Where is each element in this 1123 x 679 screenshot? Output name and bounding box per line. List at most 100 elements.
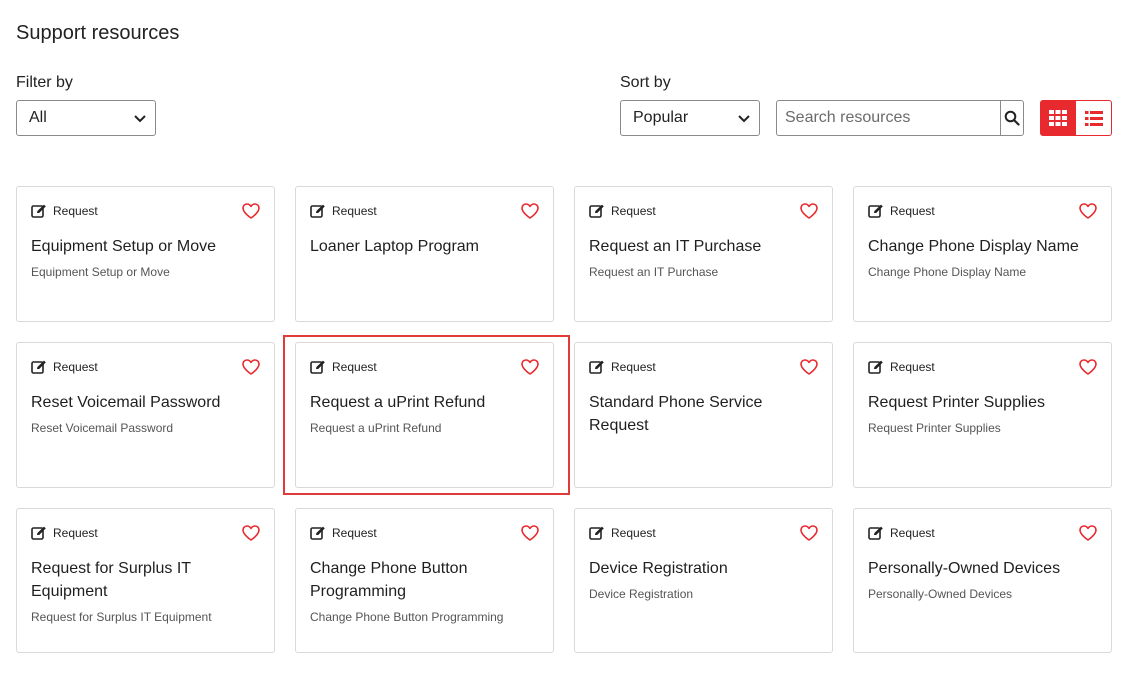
card-title: Device Registration: [589, 560, 728, 577]
card-tag: Request: [589, 203, 818, 219]
filter-select-value: All: [29, 109, 47, 126]
card-tag-label: Request: [611, 360, 656, 374]
edit-request-icon: [31, 360, 46, 374]
card-tag: Request: [31, 359, 260, 375]
sort-label: Sort by: [620, 74, 671, 91]
heart-icon[interactable]: [521, 525, 539, 541]
page-title: Support resources: [16, 22, 180, 44]
card-title: Change Phone Display Name: [868, 238, 1079, 255]
card-title: Equipment Setup or Move: [31, 238, 216, 255]
card-title: Loaner Laptop Program: [310, 238, 479, 255]
card-description: Equipment Setup or Move: [31, 265, 170, 279]
heart-icon[interactable]: [1079, 203, 1097, 219]
card-tag-label: Request: [332, 360, 377, 374]
edit-request-icon: [589, 360, 604, 374]
resource-card[interactable]: Request Standard Phone Service Request: [574, 342, 833, 488]
edit-request-icon: [868, 360, 883, 374]
card-tag: Request: [310, 359, 539, 375]
card-title: Change Phone Button Programming: [310, 560, 468, 600]
resource-card[interactable]: Request Device Registration Device Registr…: [574, 508, 833, 653]
edit-request-icon: [589, 526, 604, 540]
heart-icon[interactable]: [521, 359, 539, 375]
resource-card[interactable]: Request Loaner Laptop Program: [295, 186, 554, 322]
sort-select[interactable]: Popular: [620, 100, 760, 136]
sort-select-value: Popular: [633, 109, 689, 126]
heart-icon[interactable]: [242, 525, 260, 541]
card-tag-label: Request: [611, 526, 656, 540]
card-description: Request an IT Purchase: [589, 265, 719, 279]
heart-icon[interactable]: [1079, 525, 1097, 541]
card-title: Standard Phone Service Request: [589, 394, 763, 434]
resource-card[interactable]: Request Request a uPrint Refund Request a …: [295, 342, 554, 488]
resource-card[interactable]: Request Personally-Owned Devices Personall…: [853, 508, 1112, 653]
edit-request-icon: [310, 360, 325, 374]
edit-request-icon: [589, 204, 604, 218]
heart-icon[interactable]: [242, 359, 260, 375]
list-view-button[interactable]: [1076, 100, 1112, 136]
edit-request-icon: [31, 204, 46, 218]
heart-icon[interactable]: [800, 359, 818, 375]
card-tag: Request: [310, 203, 539, 219]
card-title: Reset Voicemail Password: [31, 394, 221, 411]
search-input[interactable]: [776, 100, 1000, 136]
card-title: Request for Surplus IT Equipment: [31, 560, 191, 600]
resource-card[interactable]: Request Request an IT Purchase Request an …: [574, 186, 833, 322]
view-toggle: [1040, 100, 1112, 136]
card-description: Personally-Owned Devices: [868, 587, 1013, 601]
card-description: Device Registration: [589, 587, 694, 601]
card-tag: Request: [31, 525, 260, 541]
card-title: Request Printer Supplies: [868, 394, 1045, 411]
resource-card[interactable]: Request Equipment Setup or Move Equipment …: [16, 186, 275, 322]
card-tag: Request: [868, 203, 1097, 219]
card-title: Personally-Owned Devices: [868, 560, 1061, 577]
card-tag: Request: [589, 359, 818, 375]
card-tag-label: Request: [890, 360, 935, 374]
card-tag-label: Request: [53, 204, 98, 218]
resource-card[interactable]: Request Reset Voicemail Password Reset Voi…: [16, 342, 275, 488]
card-description: Request a uPrint Refund: [310, 421, 442, 435]
edit-request-icon: [310, 526, 325, 540]
grid-view-button[interactable]: [1040, 100, 1076, 136]
card-description: Reset Voicemail Password: [31, 421, 174, 435]
chevron-down-icon: [134, 115, 146, 123]
heart-icon[interactable]: [800, 525, 818, 541]
card-tag: Request: [589, 525, 818, 541]
filter-label: Filter by: [16, 74, 73, 91]
card-tag-label: Request: [890, 204, 935, 218]
list-icon: [1084, 110, 1103, 126]
card-description: Request Printer Supplies: [868, 421, 1001, 435]
card-tag-label: Request: [332, 204, 377, 218]
heart-icon[interactable]: [800, 203, 818, 219]
heart-icon[interactable]: [1079, 359, 1097, 375]
edit-request-icon: [31, 526, 46, 540]
card-tag-label: Request: [890, 526, 935, 540]
edit-request-icon: [310, 204, 325, 218]
card-tag: Request: [868, 359, 1097, 375]
card-title: Request a uPrint Refund: [310, 394, 486, 411]
card-description: Request for Surplus IT Equipment: [31, 610, 212, 624]
edit-request-icon: [868, 526, 883, 540]
edit-request-icon: [868, 204, 883, 218]
heart-icon[interactable]: [242, 203, 260, 219]
card-tag: Request: [31, 203, 260, 219]
card-tag-label: Request: [332, 526, 377, 540]
card-tag-label: Request: [611, 204, 656, 218]
resource-card[interactable]: Request Request for Surplus IT Equipment R…: [16, 508, 275, 653]
card-description: Change Phone Button Programming: [310, 610, 504, 624]
card-tag: Request: [310, 525, 539, 541]
search-button[interactable]: [1000, 100, 1024, 136]
resource-card[interactable]: Request Request Printer Supplies Request P…: [853, 342, 1112, 488]
card-tag-label: Request: [53, 360, 98, 374]
filter-select[interactable]: All: [16, 100, 156, 136]
resource-card[interactable]: Request Change Phone Display Name Change P…: [853, 186, 1112, 322]
chevron-down-icon: [738, 115, 750, 123]
card-tag: Request: [868, 525, 1097, 541]
search-bar: [776, 100, 1024, 136]
card-tag-label: Request: [53, 526, 98, 540]
search-icon: [1004, 110, 1020, 126]
card-title: Request an IT Purchase: [589, 238, 762, 255]
resource-card[interactable]: Request Change Phone Button Programming Ch…: [295, 508, 554, 653]
heart-icon[interactable]: [521, 203, 539, 219]
grid-icon: [1049, 110, 1067, 126]
card-description: Change Phone Display Name: [868, 265, 1027, 279]
